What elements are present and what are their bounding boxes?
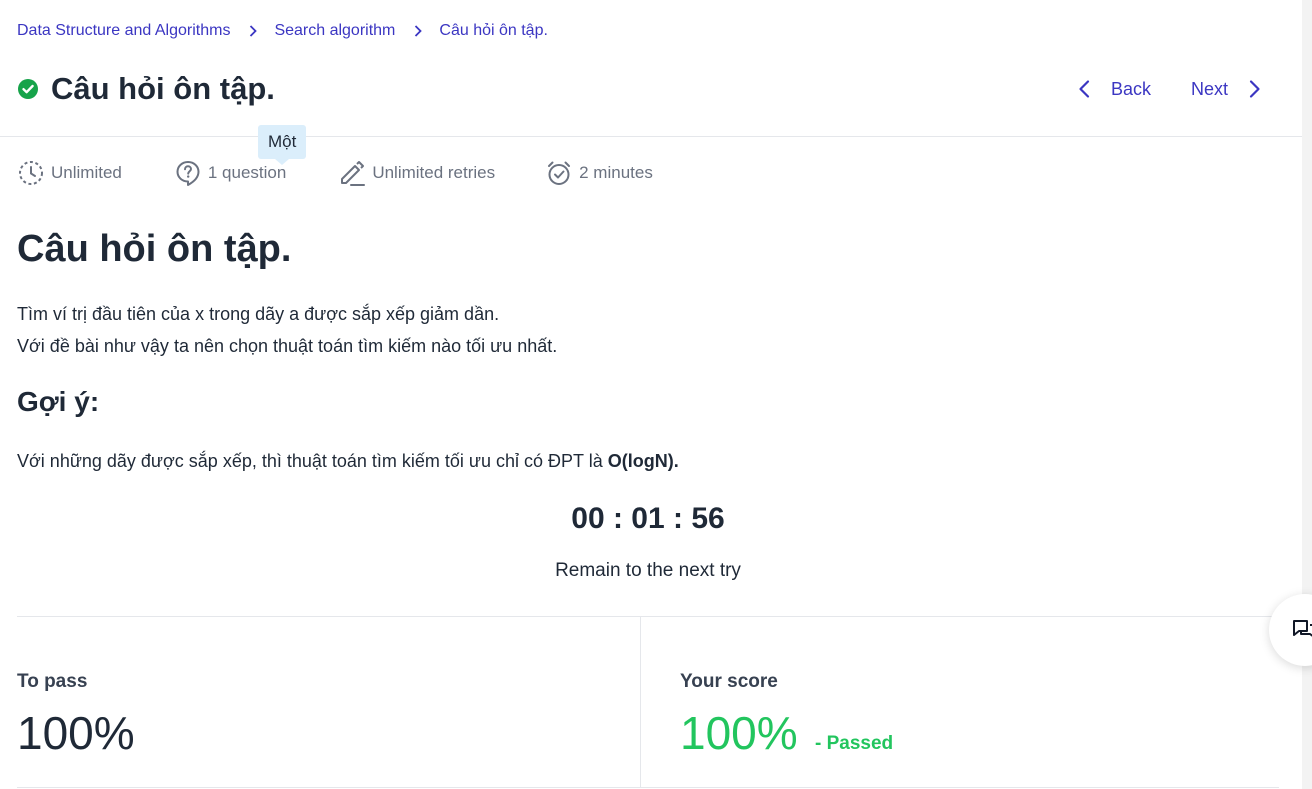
breadcrumb-current[interactable]: Câu hỏi ôn tập. [439,22,548,40]
header-divider [0,136,1302,137]
retries-item: Unlimited retries [338,159,495,187]
duration-text: 2 minutes [579,163,653,182]
lesson-navigation: Back Next [1075,72,1264,106]
question-count-text: 1 question [207,163,287,182]
page-title: Câu hỏi ôn tập. [51,71,275,106]
chevron-right-icon [1249,80,1260,98]
passed-status: - Passed [815,733,894,754]
your-score-value: 100% [680,707,798,759]
retry-countdown-label: Remain to the next try [555,560,741,581]
check-circle-icon [18,79,38,99]
duration-item: 2 minutes [545,159,653,187]
chevron-right-icon [246,24,260,38]
time-limit-text: Unlimited [51,163,122,182]
retry-countdown: 00 : 01 : 56 [571,502,725,535]
back-button[interactable]: Back [1075,79,1151,100]
your-score-label: Your score [680,671,778,692]
question-line-1: Tìm ví trị đầu tiên của x trong dãy a đư… [17,304,500,324]
back-label: Back [1110,78,1151,99]
page-header: Câu hỏi ôn tập. [17,68,275,110]
chat-bubbles-icon [1293,620,1312,637]
to-pass-value: 100% [17,707,135,759]
question-count-item: 1 question [174,159,286,187]
chevron-right-icon [411,24,425,38]
chat-button[interactable] [1269,594,1312,666]
score-panel-bottom-border [17,787,1279,788]
hint-body: Với những dãy được sắp xếp, thì thuật to… [17,451,608,471]
retries-text: Unlimited retries [372,163,496,182]
to-pass-label: To pass [17,671,88,692]
score-panel-top-border [17,616,1279,617]
time-limit-item: Unlimited [17,159,122,187]
scrollbar[interactable] [1302,0,1312,789]
score-panel-divider [640,617,641,787]
hint-complexity: O(logN). [607,451,679,471]
next-button[interactable]: Next [1191,79,1264,100]
question-bubble-icon [176,161,200,186]
breadcrumb-section[interactable]: Search algorithm [274,22,395,40]
chevron-left-icon [1079,80,1090,98]
hint-title: Gợi ý: [17,386,100,417]
quiz-result-page: Data Structure and Algorithms Search alg… [0,0,1312,789]
question-line-2: Với đề bài như vậy ta nên chọn thuật toá… [17,336,558,356]
pencil-icon [341,161,366,186]
breadcrumb: Data Structure and Algorithms Search alg… [17,20,548,42]
question-title: Câu hỏi ôn tập. [17,228,292,270]
clock-dashed-icon [19,161,43,185]
alarm-clock-icon [548,161,571,185]
next-label: Next [1190,78,1228,99]
hint-text: Với những dãy được sắp xếp, thì thuật to… [17,451,679,472]
quiz-meta: Unlimited 1 question Unlimited retries 2… [17,157,653,189]
breadcrumb-course[interactable]: Data Structure and Algorithms [17,22,230,40]
question-count-tooltip: Một [258,125,307,165]
